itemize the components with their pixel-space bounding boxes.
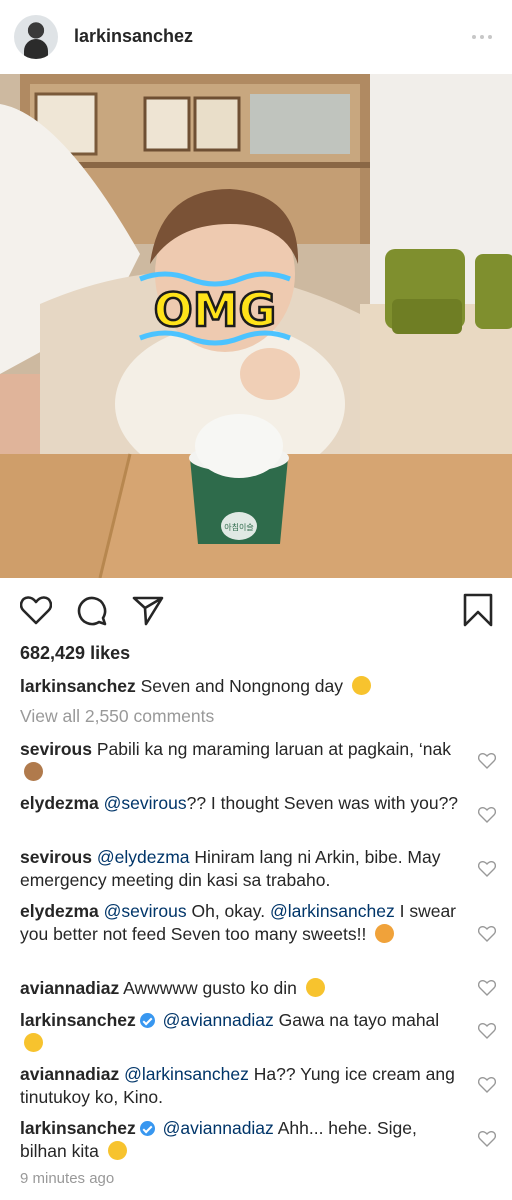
post-username[interactable]: larkinsanchez (74, 26, 193, 47)
verified-badge-icon (139, 1013, 155, 1028)
comment-username[interactable]: larkinsanchez (20, 1118, 136, 1138)
view-all-comments-link[interactable]: View all 2,550 comments (20, 706, 214, 727)
comment-username[interactable]: sevirous (20, 847, 92, 867)
caption-text: Seven and Nongnong day (140, 676, 344, 696)
post-photo[interactable]: 아침이슬 OMG (0, 74, 512, 578)
comment-like-icon[interactable] (478, 1076, 496, 1094)
comment-item: sevirous Pabili ka ng maraming laruan at… (20, 738, 460, 784)
comment-like-icon[interactable] (478, 979, 496, 997)
comment-text: ?? I thought Seven was with you?? (186, 793, 459, 813)
comment-username[interactable]: aviannadiaz (20, 1064, 119, 1084)
likes-count[interactable]: 682,429 likes (20, 643, 130, 664)
save-button[interactable] (458, 590, 498, 630)
share-icon (132, 596, 164, 626)
comment-like-icon[interactable] (478, 806, 496, 824)
comment-username[interactable]: larkinsanchez (20, 1010, 136, 1030)
angry-face-icon (375, 924, 395, 943)
comment-icon (77, 596, 107, 626)
heart-icon (20, 596, 52, 625)
avatar[interactable] (14, 15, 58, 59)
pleading-face-icon (24, 1033, 43, 1052)
see-no-evil-monkey-icon (24, 762, 43, 781)
comment-item: aviannadiaz @larkinsanchez Ha?? Yung ice… (20, 1063, 460, 1109)
comment-text: Pabili ka ng maraming laruan at pagkain,… (96, 739, 451, 759)
comment-like-icon[interactable] (478, 1022, 496, 1040)
comment-item: larkinsanchez @aviannadiaz Ahh... hehe. … (20, 1117, 460, 1163)
comment-like-icon[interactable] (478, 1130, 496, 1148)
photo-illustration: 아침이슬 OMG (0, 74, 512, 578)
caption: larkinsanchez Seven and Nongnong day (20, 675, 460, 698)
comment-item: elydezma @sevirous Oh, okay. @larkinsanc… (20, 900, 460, 946)
comment-mention[interactable]: @larkinsanchez (124, 1064, 249, 1084)
comment-mention[interactable]: @aviannadiaz (163, 1010, 274, 1030)
comment-mention[interactable]: @elydezma (97, 847, 190, 867)
bookmark-icon (463, 593, 493, 627)
comment-mention[interactable]: @sevirous (104, 901, 187, 921)
comment-item: elydezma @sevirous?? I thought Seven was… (20, 792, 460, 815)
comment-username[interactable]: aviannadiaz (20, 978, 119, 998)
comment-mention[interactable]: @sevirous (104, 793, 187, 813)
comment-mention[interactable]: @larkinsanchez (270, 901, 395, 921)
comment-text: Gawa na tayo mahal (278, 1010, 440, 1030)
comment-text: Awwwww gusto ko din (123, 978, 297, 998)
comment-item: aviannadiaz Awwwww gusto ko din (20, 977, 460, 1000)
comment-like-icon[interactable] (478, 860, 496, 878)
post-timestamp: 9 minutes ago (20, 1170, 115, 1187)
comment-item: larkinsanchez @aviannadiaz Gawa na tayo … (20, 1009, 460, 1055)
post-actions (0, 590, 512, 634)
grinning-sweat-face-icon (107, 1141, 127, 1160)
pleading-face-icon (305, 978, 325, 997)
more-options-icon[interactable] (472, 35, 492, 39)
verified-badge-icon (139, 1121, 155, 1136)
comment-item: sevirous @elydezma Hiniram lang ni Arkin… (20, 846, 460, 892)
comment-like-icon[interactable] (478, 925, 496, 943)
share-button[interactable] (128, 590, 168, 630)
comment-button[interactable] (72, 590, 112, 630)
comment-like-icon[interactable] (478, 752, 496, 770)
post-header: larkinsanchez (0, 0, 512, 74)
comment-text: Oh, okay. (191, 901, 266, 921)
comment-username[interactable]: elydezma (20, 793, 99, 813)
cup-label: 아침이슬 (224, 522, 253, 532)
hugging-face-icon (351, 676, 371, 695)
caption-username[interactable]: larkinsanchez (20, 676, 136, 696)
comment-mention[interactable]: @aviannadiaz (163, 1118, 274, 1138)
omg-sticker: OMG (154, 283, 277, 337)
like-button[interactable] (16, 590, 56, 630)
comment-username[interactable]: elydezma (20, 901, 99, 921)
comment-username[interactable]: sevirous (20, 739, 92, 759)
